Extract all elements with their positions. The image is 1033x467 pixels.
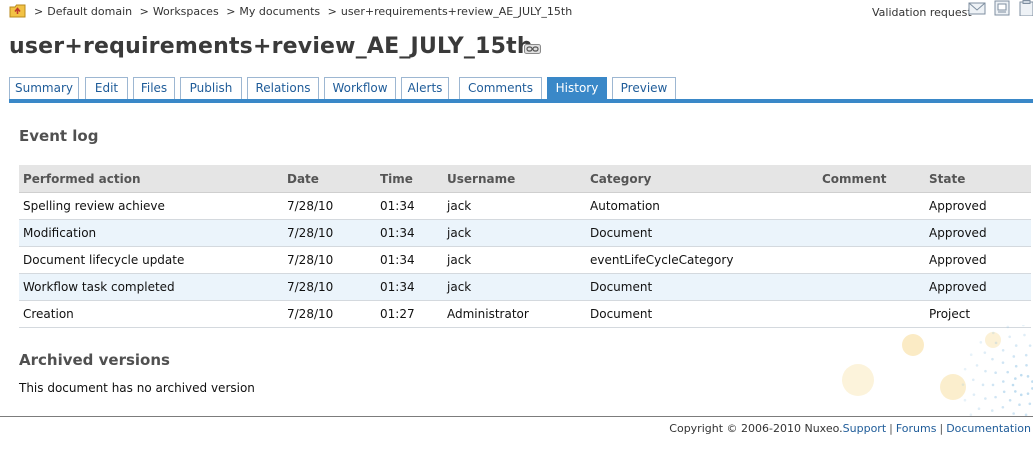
column-header-username[interactable]: Username [443,165,586,193]
home-folder-icon[interactable] [9,3,26,18]
tab-publish[interactable]: Publish [180,77,242,99]
table-row: Document lifecycle update 7/28/10 01:34 … [19,246,1031,274]
column-header-date[interactable]: Date [283,165,376,193]
decorative-swirl-icon [842,325,1033,417]
no-archived-version-text: This document has no archived version [19,381,255,395]
cell-performed-action: Creation [19,300,283,328]
breadcrumb: > Default domain > Workspaces > My document… [30,5,572,18]
footer-separator: | [939,422,944,435]
mail-icon[interactable] [968,0,986,16]
footer-separator: | [889,422,893,435]
tab-files[interactable]: Files [133,77,175,99]
cell-date: 7/28/10 [283,273,376,301]
cell-category: Document [586,300,818,328]
tab-summary[interactable]: Summary [9,77,79,99]
tab-relations[interactable]: Relations [247,77,319,99]
cell-date: 7/28/10 [283,192,376,220]
footer-divider [0,416,1033,417]
table-row: Creation 7/28/10 01:27 Administrator Doc… [19,300,1031,328]
cell-comment [818,246,925,274]
breadcrumb-separator: > [34,5,44,18]
column-header-comment[interactable]: Comment [818,165,925,193]
breadcrumb-separator: > [226,5,236,18]
tabs-underline [9,99,1033,103]
cell-time: 01:34 [376,192,443,220]
cell-performed-action: Spelling review achieve [19,192,283,220]
cell-category: Document [586,219,818,247]
tab-alerts[interactable]: Alerts [401,77,449,99]
cell-username: jack [443,273,586,301]
tab-workflow[interactable]: Workflow [324,77,396,99]
cell-username: jack [443,192,586,220]
column-header-category[interactable]: Category [586,165,818,193]
support-link[interactable]: Support [843,422,886,435]
table-row: Workflow task completed 7/28/10 01:34 ja… [19,273,1031,301]
cell-performed-action: Document lifecycle update [19,246,283,274]
tab-preview[interactable]: Preview [612,77,676,99]
permalink-icon[interactable] [524,44,541,54]
clipboard-icon[interactable] [1018,0,1033,16]
cell-username: Administrator [443,300,586,328]
breadcrumb-current-document[interactable]: user+requirements+review_AE_JULY_15th [341,5,572,18]
cell-date: 7/28/10 [283,219,376,247]
cell-username: jack [443,246,586,274]
cell-time: 01:27 [376,300,443,328]
tab-edit[interactable]: Edit [85,77,128,99]
column-header-state[interactable]: State [925,165,1031,193]
table-row: Modification 7/28/10 01:34 jack Document… [19,219,1031,247]
copyright-text: Copyright © 2006-2010 Nuxeo. [669,422,843,435]
breadcrumb-workspaces[interactable]: Workspaces [153,5,219,18]
cell-performed-action: Workflow task completed [19,273,283,301]
print-icon[interactable] [994,0,1012,16]
documentation-link[interactable]: Documentation [946,422,1031,435]
cell-time: 01:34 [376,219,443,247]
cell-comment [818,192,925,220]
cell-category: eventLifeCycleCategory [586,246,818,274]
document-title: user+requirements+review_AE_JULY_15th [9,34,533,59]
archived-versions-heading: Archived versions [19,351,170,369]
cell-state: Approved [925,192,1031,220]
cell-category: Document [586,273,818,301]
footer: Copyright © 2006-2010 Nuxeo.Support | Foru… [669,422,1031,435]
breadcrumb-default-domain[interactable]: Default domain [47,5,132,18]
cell-state: Approved [925,273,1031,301]
cell-comment [818,300,925,328]
breadcrumb-separator: > [139,5,149,18]
breadcrumb-my-documents[interactable]: My documents [239,5,320,18]
breadcrumb-separator: > [327,5,337,18]
cell-state: Approved [925,219,1031,247]
cell-time: 01:34 [376,246,443,274]
cell-comment [818,219,925,247]
table-row: Spelling review achieve 7/28/10 01:34 ja… [19,192,1031,220]
top-bar: > Default domain > Workspaces > My document… [0,0,1033,26]
tab-history[interactable]: History [547,77,607,99]
cell-comment [818,273,925,301]
event-log-heading: Event log [19,127,99,145]
table-header-row: Performed action Date Time Username Cate… [19,165,1031,193]
validation-request-link[interactable]: Validation request [872,6,972,19]
cell-performed-action: Modification [19,219,283,247]
tab-comments[interactable]: Comments [459,77,542,99]
cell-state: Project [925,300,1031,328]
cell-date: 7/28/10 [283,300,376,328]
column-header-time[interactable]: Time [376,165,443,193]
cell-state: Approved [925,246,1031,274]
forums-link[interactable]: Forums [896,422,937,435]
column-header-performed-action[interactable]: Performed action [19,165,283,193]
cell-time: 01:34 [376,273,443,301]
cell-category: Automation [586,192,818,220]
cell-date: 7/28/10 [283,246,376,274]
cell-username: jack [443,219,586,247]
event-log-table: Performed action Date Time Username Cate… [19,165,1031,328]
